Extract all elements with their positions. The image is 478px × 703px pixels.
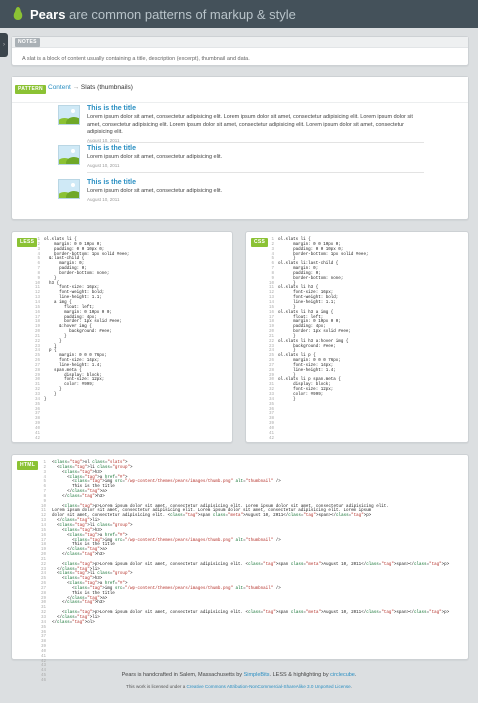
html-code-panel: HTML 1 2 3 4 5 6 7 8 9 10 11 12 13 14 15… [11, 454, 469, 683]
site-title-brand: Pears [30, 7, 66, 22]
license-link[interactable]: Creative Commons Attribution-NonCommerci… [187, 684, 351, 689]
slat-item: This is the title Lorem ipsum dolor sit … [43, 105, 424, 143]
slat-description: Lorem ipsum dolor sit amet, consectetur … [87, 188, 423, 203]
css-code-block: ol.slats li { margin: 0 0 10px 0; paddin… [278, 238, 369, 402]
thumbnail-image[interactable] [58, 179, 80, 199]
footer-text: . [354, 672, 357, 678]
site-title[interactable]: Pears are common patterns of markup & st… [30, 7, 296, 22]
notes-text: A slat is a block of content usually con… [22, 56, 250, 62]
pattern-panel-bar: PATTERN Content → Slats (thumbnails) [12, 77, 468, 103]
breadcrumb-arrow: → [70, 84, 81, 91]
notes-panel-bar: NOTES [12, 37, 468, 48]
footer-credits: Pears is handcrafted in Salem, Massachus… [0, 672, 478, 678]
footer-text: Pears is handcrafted in Salem, Massachus… [121, 672, 244, 678]
line-number-gutter: 1 2 3 4 5 6 7 8 9 10 11 12 13 14 15 16 1… [34, 238, 40, 441]
slat-item: This is the title Lorem ipsum dolor sit … [43, 145, 424, 173]
breadcrumb-current: Slats (thumbnails) [80, 84, 133, 91]
slat-excerpt: Lorem ipsum dolor sit amet, consectetur … [87, 188, 223, 194]
circlecube-link[interactable]: circlecube [330, 672, 355, 678]
chevron-right-icon: › [3, 42, 5, 48]
slat-description: Lorem ipsum dolor sit amet, consectetur … [87, 114, 423, 144]
slat-title-link[interactable]: This is the title [87, 105, 136, 112]
line-number-gutter: 1 2 3 4 5 6 7 8 9 10 11 12 13 14 15 16 1… [40, 461, 46, 683]
slat-title-link[interactable]: This is the title [87, 145, 136, 152]
thumbnail-image[interactable] [58, 105, 80, 125]
html-badge: HTML [17, 461, 39, 470]
less-code-panel: LESS 1 2 3 4 5 6 7 8 9 10 11 12 13 14 15… [11, 231, 233, 443]
slat-meta-date: August 10, 2011 [87, 196, 120, 202]
site-title-tagline: are common patterns of markup & style [65, 7, 296, 22]
breadcrumb-link-content[interactable]: Content [48, 84, 71, 91]
site-header: Pears are common patterns of markup & st… [0, 0, 478, 28]
footer-text: This work is licensed under a [126, 684, 187, 689]
notes-panel: NOTES A slat is a block of content usual… [11, 36, 469, 66]
footer-text: . [350, 684, 352, 689]
slat-title-link[interactable]: This is the title [87, 179, 136, 186]
pattern-badge: PATTERN [15, 85, 46, 94]
slat-description: Lorem ipsum dolor sit amet, consectetur … [87, 154, 423, 169]
sidebar-toggle-tab[interactable]: › [0, 33, 8, 57]
slat-meta-date: August 10, 2011 [87, 162, 120, 168]
html-code-block: <class="tag">ol class="slats"> <class="t… [52, 461, 450, 625]
notes-badge: NOTES [15, 38, 40, 47]
less-code-block: ol.slats li { margin: 0 0 10px 0; paddin… [44, 238, 130, 402]
pattern-panel: PATTERN Content → Slats (thumbnails) Thi… [11, 76, 469, 220]
slat-divider [87, 142, 424, 143]
footer-license: This work is licensed under a Creative C… [0, 684, 478, 689]
slat-divider [87, 172, 424, 173]
slat-item: This is the title Lorem ipsum dolor sit … [43, 179, 424, 207]
footer-text: . LESS & highlighting by [269, 672, 331, 678]
simplebits-link[interactable]: SimpleBits [244, 672, 270, 678]
css-code-panel: CSS 1 2 3 4 5 6 7 8 9 10 11 12 13 14 15 … [245, 231, 469, 443]
slat-excerpt: Lorem ipsum dolor sit amet, consectetur … [87, 114, 413, 135]
thumbnail-image[interactable] [58, 145, 80, 165]
breadcrumb: Content → Slats (thumbnails) [48, 84, 133, 91]
slat-excerpt: Lorem ipsum dolor sit amet, consectetur … [87, 154, 223, 160]
line-number-gutter: 1 2 3 4 5 6 7 8 9 10 11 12 13 14 15 16 1… [268, 238, 274, 441]
pear-logo-icon[interactable] [12, 5, 24, 21]
